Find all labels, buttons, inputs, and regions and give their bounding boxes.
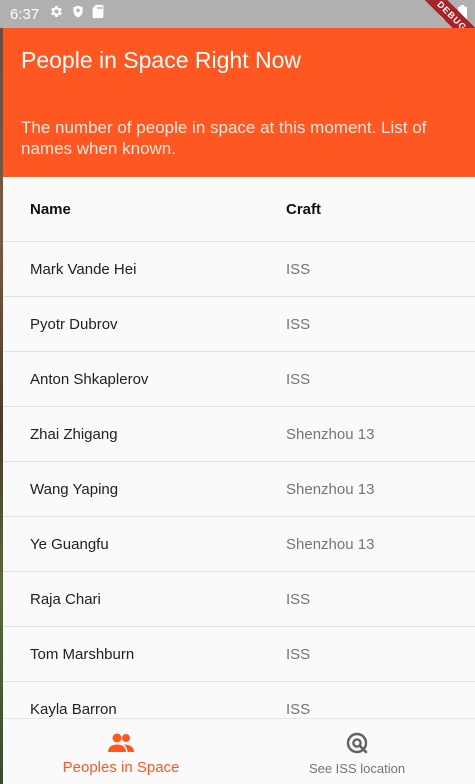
nav-peoples-in-space[interactable]: Peoples in Space (3, 719, 239, 784)
status-icons-left (49, 4, 104, 24)
page-title: People in Space Right Now (21, 47, 301, 73)
person-craft: ISS (286, 700, 311, 718)
person-craft: ISS (286, 370, 311, 388)
table-row[interactable]: Pyotr Dubrov ISS (3, 297, 475, 352)
sd-card-icon (92, 4, 104, 24)
column-header-name[interactable]: Name (30, 177, 71, 241)
person-craft: Shenzhou 13 (286, 480, 375, 498)
nav-see-iss-location[interactable]: See ISS location (239, 719, 475, 784)
person-craft: ISS (286, 260, 311, 278)
table-row[interactable]: Ye Guangfu Shenzhou 13 (3, 517, 475, 572)
person-craft: ISS (286, 645, 311, 663)
person-craft: ISS (286, 590, 311, 608)
gear-icon (49, 4, 64, 24)
person-name: Ye Guangfu (30, 535, 109, 553)
table-row[interactable]: Wang Yaping Shenzhou 13 (3, 462, 475, 517)
table-row[interactable]: Mark Vande Hei ISS (3, 242, 475, 297)
person-name: Raja Chari (30, 590, 101, 608)
column-header-craft[interactable]: Craft (286, 177, 321, 241)
person-name: Mark Vande Hei (30, 260, 137, 278)
app-bar: People in Space Right Now The number of … (3, 28, 475, 177)
status-time: 6:37 (10, 5, 40, 23)
location-search-icon (345, 731, 369, 755)
shield-icon (71, 4, 85, 24)
person-name: Anton Shkaplerov (30, 370, 149, 388)
person-craft: Shenzhou 13 (286, 535, 375, 553)
app-screen: 6:37 DEBUG People in Space Right Now The… (0, 0, 475, 784)
table-row[interactable]: Kayla Barron ISS (3, 682, 475, 718)
table-row[interactable]: Anton Shkaplerov ISS (3, 352, 475, 407)
person-craft: Shenzhou 13 (286, 425, 375, 443)
bottom-navigation: Peoples in Space See ISS location (3, 718, 475, 784)
person-name: Wang Yaping (30, 480, 119, 498)
people-table[interactable]: Name Craft Mark Vande Hei ISS Pyotr Dubr… (3, 177, 475, 718)
page-subtitle: The number of people in space at this mo… (21, 118, 427, 158)
table-header-row: Name Craft (3, 177, 475, 242)
person-name: Kayla Barron (30, 700, 117, 718)
nav-label-iss: See ISS location (308, 761, 406, 776)
table-row[interactable]: Zhai Zhigang Shenzhou 13 (3, 407, 475, 462)
status-bar: 6:37 DEBUG (0, 0, 475, 61)
nav-label-peoples: Peoples in Space (62, 759, 180, 776)
person-name: Pyotr Dubrov (30, 315, 118, 333)
table-row[interactable]: Raja Chari ISS (3, 572, 475, 627)
table-row[interactable]: Tom Marshburn ISS (3, 627, 475, 682)
person-craft: ISS (286, 315, 311, 333)
person-name: Tom Marshburn (30, 645, 135, 663)
person-name: Zhai Zhigang (30, 425, 118, 443)
people-icon (107, 731, 135, 755)
